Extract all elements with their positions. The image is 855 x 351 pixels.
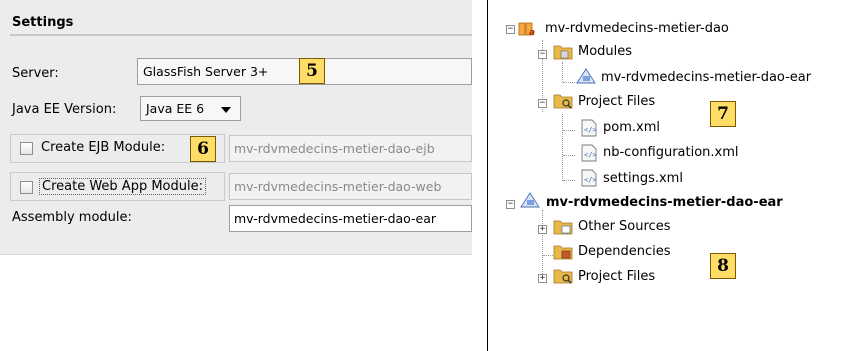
tree-item-ear-project[interactable]: mv-rdvmedecins-metier-dao-ear <box>546 195 783 210</box>
tree-item-project-files-2[interactable]: Project Files <box>578 269 655 284</box>
tree-item-nb-configuration[interactable]: nb-configuration.xml <box>603 145 739 160</box>
javaee-combo[interactable]: Java EE 6 <box>140 96 241 121</box>
collapse-icon[interactable]: − <box>538 99 547 108</box>
settings-header: Settings <box>10 8 472 36</box>
web-module-field: mv-rdvmedecins-metier-dao-web <box>229 173 472 200</box>
ear-module-icon <box>520 192 540 208</box>
folder-icon <box>553 220 573 235</box>
ear-module-icon <box>576 68 596 84</box>
tree-connector <box>563 155 575 156</box>
tree-item-pom[interactable]: pom.xml <box>603 120 660 135</box>
tree-item-dependencies[interactable]: Dependencies <box>578 244 671 259</box>
tree-connector <box>563 180 575 181</box>
ejb-module-value: mv-rdvmedecins-metier-dao-ejb <box>234 141 435 156</box>
collapse-icon[interactable]: − <box>506 200 515 209</box>
svg-text:a: a <box>529 28 535 38</box>
web-module-value: mv-rdvmedecins-metier-dao-web <box>234 179 442 194</box>
ejb-label: Create EJB Module: <box>41 140 166 155</box>
tree-connector <box>563 130 575 131</box>
folder-icon <box>553 45 573 60</box>
tree-connector <box>563 82 575 83</box>
tree-connector <box>562 62 563 82</box>
chevron-down-icon <box>221 107 231 113</box>
badge-6: 6 <box>190 136 216 162</box>
tree-item-modules[interactable]: Modules <box>578 44 632 59</box>
project-tree: − a mv-rdvmedecins-metier-dao − Modules … <box>488 0 855 351</box>
ejb-checkbox[interactable] <box>20 142 33 155</box>
xml-file-icon: </> <box>581 144 597 162</box>
xml-file-icon: </> <box>581 169 597 187</box>
collapse-icon[interactable]: − <box>506 25 515 34</box>
tree-item-modules-child[interactable]: mv-rdvmedecins-metier-dao-ear <box>601 70 811 85</box>
svg-text:</>: </> <box>584 126 597 134</box>
web-checkbox-group[interactable]: Create Web App Module: <box>10 172 225 201</box>
badge-7: 7 <box>710 101 736 127</box>
maven-project-icon: a <box>518 22 535 38</box>
tree-item-other-sources[interactable]: Other Sources <box>578 219 670 234</box>
tree-item-project-files[interactable]: Project Files <box>578 94 655 109</box>
settings-title: Settings <box>12 15 74 30</box>
ejb-module-field: mv-rdvmedecins-metier-dao-ejb <box>229 135 472 162</box>
assembly-module-value: mv-rdvmedecins-metier-dao-ear <box>234 211 437 226</box>
javaee-label: Java EE Version: <box>12 102 117 117</box>
web-checkbox[interactable] <box>20 181 33 194</box>
server-label: Server: <box>12 66 59 81</box>
xml-file-icon: </> <box>581 119 597 137</box>
assembly-module-field[interactable]: mv-rdvmedecins-metier-dao-ear <box>229 205 472 232</box>
tree-item-root[interactable]: mv-rdvmedecins-metier-dao <box>545 21 729 36</box>
expand-icon[interactable]: + <box>538 274 547 283</box>
assembly-label: Assembly module: <box>12 210 132 225</box>
settings-panel: Settings Server: GlassFish Server 3+ 5 J… <box>0 0 472 255</box>
tree-connector <box>542 210 543 282</box>
badge-5: 5 <box>299 58 325 84</box>
expand-icon[interactable]: + <box>538 225 547 234</box>
project-files-folder-icon <box>553 269 573 284</box>
dependencies-folder-icon <box>553 245 573 260</box>
badge-8: 8 <box>710 253 736 279</box>
tree-connector <box>562 114 563 181</box>
javaee-value: Java EE 6 <box>146 101 205 116</box>
web-label: Create Web App Module: <box>39 178 206 195</box>
svg-text:</>: </> <box>584 176 597 184</box>
tree-item-settings-xml[interactable]: settings.xml <box>603 171 683 186</box>
project-files-folder-icon <box>553 94 573 109</box>
server-value: GlassFish Server 3+ <box>143 64 269 79</box>
svg-text:</>: </> <box>584 151 597 159</box>
collapse-icon[interactable]: − <box>538 50 547 59</box>
